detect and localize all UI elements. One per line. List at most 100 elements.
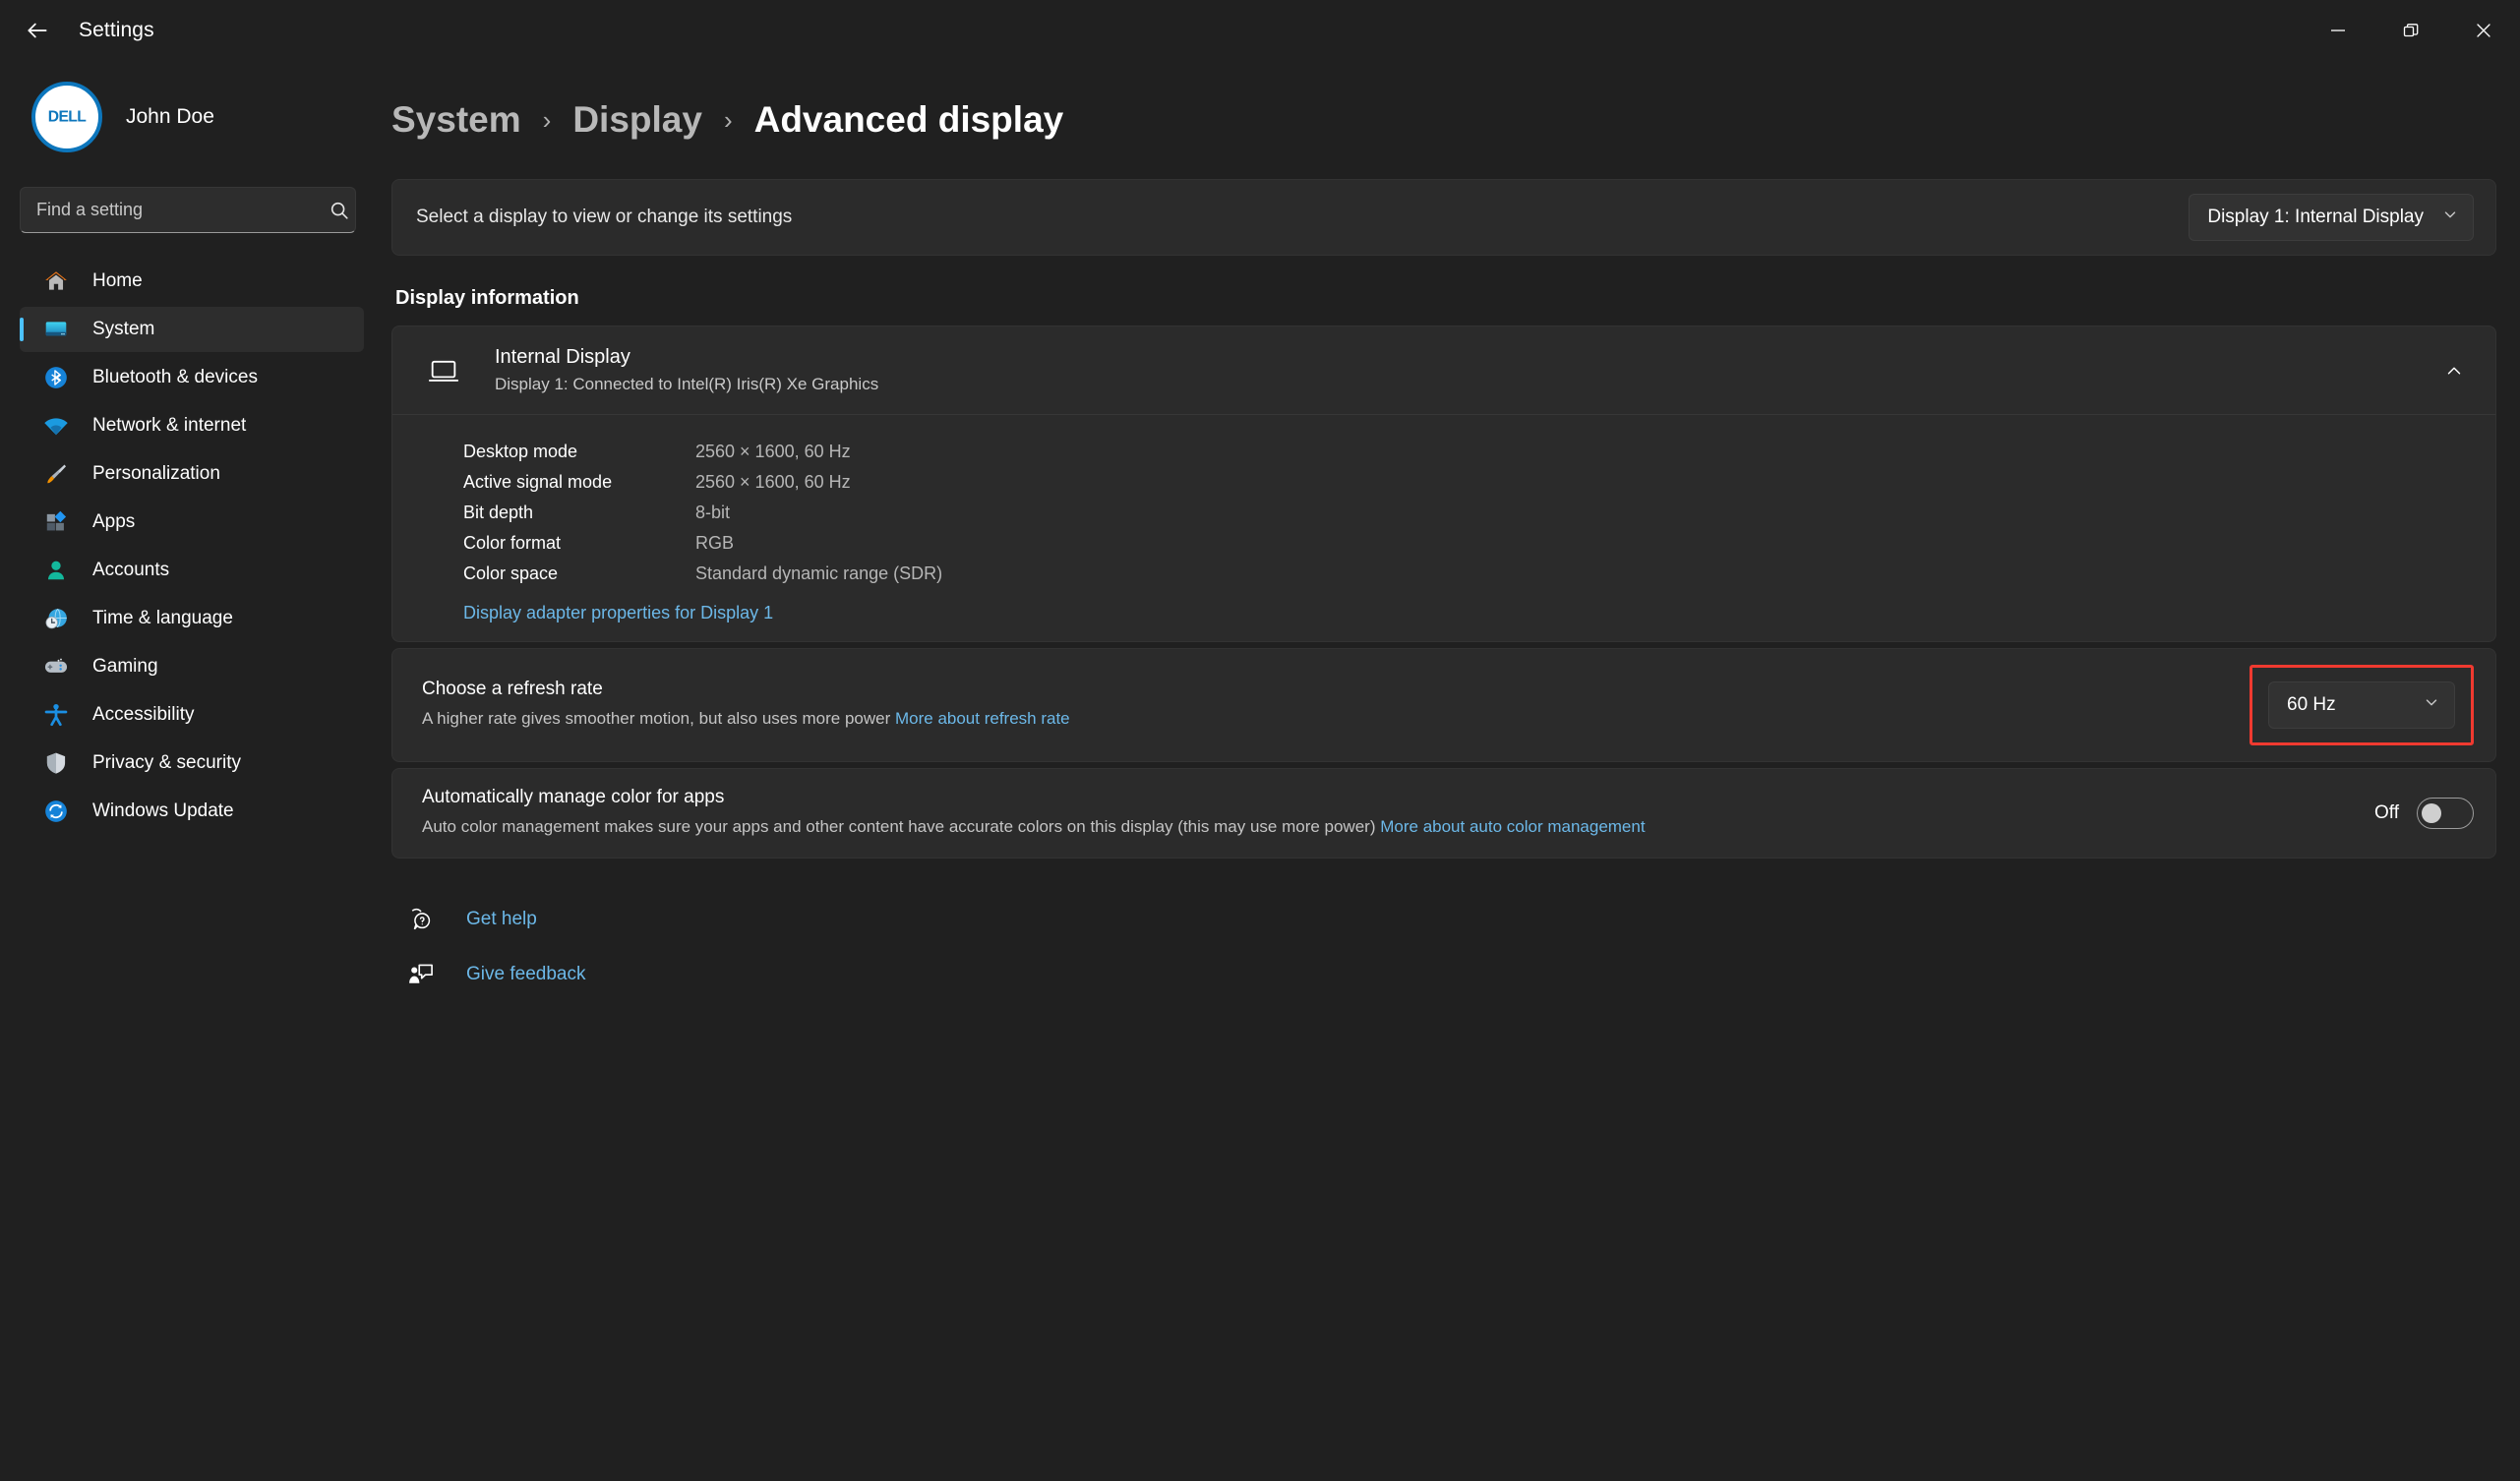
search-input[interactable]	[20, 187, 356, 233]
display-information-header[interactable]: Internal Display Display 1: Connected to…	[392, 326, 2495, 414]
restore-button[interactable]	[2374, 0, 2447, 61]
sidebar-item-label: Privacy & security	[92, 752, 241, 773]
minimize-button[interactable]	[2302, 0, 2374, 61]
refresh-rate-highlight: 60 Hz	[2250, 665, 2474, 745]
sidebar-item-accounts[interactable]: Accounts	[20, 548, 364, 593]
get-help-row[interactable]: Get help	[399, 892, 2496, 947]
breadcrumb-display[interactable]: Display	[572, 99, 702, 141]
sidebar-item-label: Accessibility	[92, 704, 195, 725]
sidebar-item-time-language[interactable]: Time & language	[20, 596, 364, 641]
give-feedback-row[interactable]: Give feedback	[399, 947, 2496, 1002]
spec-row: Desktop mode 2560 × 1600, 60 Hz	[463, 437, 2495, 467]
spec-row: Bit depth 8-bit	[463, 498, 2495, 528]
display-select-label: Select a display to view or change its s…	[416, 207, 793, 227]
sidebar-item-label: Gaming	[92, 656, 158, 677]
sidebar-item-windows-update[interactable]: Windows Update	[20, 789, 364, 834]
spec-key: Color space	[463, 563, 559, 583]
titlebar-drag-region	[154, 0, 2302, 61]
dell-logo-icon: DELL	[39, 89, 94, 145]
sidebar-item-label: Home	[92, 270, 143, 291]
auto-color-toggle[interactable]	[2417, 798, 2474, 829]
display-name: Internal Display	[495, 346, 630, 368]
spec-key: Color format	[463, 533, 562, 553]
page-title: Advanced display	[753, 99, 1064, 140]
auto-color-text: Automatically manage color for apps Auto…	[422, 787, 2374, 840]
display-select-dropdown[interactable]: Display 1: Internal Display	[2189, 194, 2474, 241]
sidebar: DELL John Doe Find a setting Home System…	[0, 61, 384, 1481]
sidebar-item-accessibility[interactable]: Accessibility	[20, 692, 364, 738]
sidebar-item-personalization[interactable]: Personalization	[20, 451, 364, 497]
breadcrumb-separator: ›	[723, 104, 733, 135]
restore-icon	[2403, 24, 2419, 37]
sidebar-item-label: Bluetooth & devices	[92, 367, 258, 387]
account-name: John Doe	[126, 105, 214, 128]
sidebar-item-label: Windows Update	[92, 800, 234, 821]
collapse-expander-button[interactable]	[2434, 360, 2474, 382]
more-about-auto-color-link[interactable]: More about auto color management	[1380, 817, 1645, 836]
sidebar-item-label: Network & internet	[92, 415, 247, 436]
sidebar-item-apps[interactable]: Apps	[20, 500, 364, 545]
toggle-knob	[2422, 803, 2441, 823]
display-connection: Display 1: Connected to Intel(R) Iris(R)…	[495, 375, 879, 393]
refresh-rate-value: 60 Hz	[2287, 694, 2336, 715]
apps-icon	[41, 507, 71, 537]
spec-row: Color space Standard dynamic range (SDR)	[463, 559, 2495, 589]
sidebar-item-label: Accounts	[92, 560, 170, 580]
auto-color-state-label: Off	[2374, 802, 2399, 823]
accessibility-icon	[41, 700, 71, 730]
refresh-rate-title: Choose a refresh rate	[422, 679, 603, 700]
spec-value: 2560 × 1600, 60 Hz	[695, 442, 851, 461]
auto-color-title: Automatically manage color for apps	[422, 787, 725, 808]
close-button[interactable]	[2447, 0, 2520, 61]
breadcrumb-separator: ›	[542, 104, 552, 135]
title-bar: Settings	[0, 0, 2520, 61]
main-content: System › Display › Advanced display Sele…	[384, 61, 2520, 1481]
monitor-icon	[422, 354, 465, 387]
refresh-rate-card: Choose a refresh rate A higher rate give…	[391, 648, 2496, 762]
feedback-icon	[399, 961, 443, 988]
sidebar-item-bluetooth-devices[interactable]: Bluetooth & devices	[20, 355, 364, 400]
sidebar-item-network-internet[interactable]: Network & internet	[20, 403, 364, 448]
back-button[interactable]	[10, 9, 65, 52]
account-item[interactable]: DELL John Doe	[20, 61, 364, 163]
breadcrumb: System › Display › Advanced display	[391, 61, 2496, 179]
refresh-rate-desc-text: A higher rate gives smoother motion, but…	[422, 709, 891, 729]
sidebar-item-label: Time & language	[92, 608, 233, 628]
display-adapter-properties-link[interactable]: Display adapter properties for Display 1	[463, 603, 773, 623]
spec-key: Active signal mode	[463, 472, 613, 492]
chevron-up-icon	[2447, 367, 2461, 374]
avatar: DELL	[31, 82, 102, 152]
sidebar-item-system[interactable]: System	[20, 307, 364, 352]
search-button[interactable]	[325, 196, 354, 225]
minimize-icon	[2331, 30, 2345, 31]
time-language-icon	[41, 604, 71, 633]
auto-color-toggle-group: Off	[2374, 798, 2474, 829]
breadcrumb-system[interactable]: System	[391, 99, 521, 141]
refresh-rate-dropdown[interactable]: 60 Hz	[2268, 681, 2455, 729]
privacy-security-icon	[41, 748, 71, 778]
sidebar-nav: Home System Bluetooth & devices Network …	[20, 259, 364, 834]
refresh-rate-text: Choose a refresh rate A higher rate give…	[422, 679, 2250, 732]
sidebar-item-home[interactable]: Home	[20, 259, 364, 304]
search-container	[20, 187, 364, 233]
sidebar-item-gaming[interactable]: Gaming	[20, 644, 364, 689]
close-icon	[2477, 24, 2490, 37]
window-controls	[2302, 0, 2520, 61]
display-select-value: Display 1: Internal Display	[2207, 207, 2424, 227]
settings-window: Settings DELL John Doe Find a setting Ho…	[0, 0, 2520, 1481]
get-help-link: Get help	[466, 909, 537, 929]
system-icon	[41, 315, 71, 344]
display-information-text: Internal Display Display 1: Connected to…	[495, 346, 2434, 394]
chevron-down-icon	[2441, 206, 2459, 229]
sidebar-item-privacy-security[interactable]: Privacy & security	[20, 740, 364, 786]
footer-links: Get help Give feedback	[391, 892, 2496, 1002]
more-about-refresh-rate-link[interactable]: More about refresh rate	[895, 709, 1070, 728]
spec-value: 2560 × 1600, 60 Hz	[695, 472, 851, 492]
display-select-card: Select a display to view or change its s…	[391, 179, 2496, 256]
windows-update-icon	[41, 797, 71, 826]
display-information-card: Internal Display Display 1: Connected to…	[391, 326, 2496, 642]
window-title: Settings	[79, 19, 154, 41]
help-icon	[399, 906, 443, 933]
gaming-icon	[41, 652, 71, 681]
spec-row: Active signal mode 2560 × 1600, 60 Hz	[463, 467, 2495, 498]
